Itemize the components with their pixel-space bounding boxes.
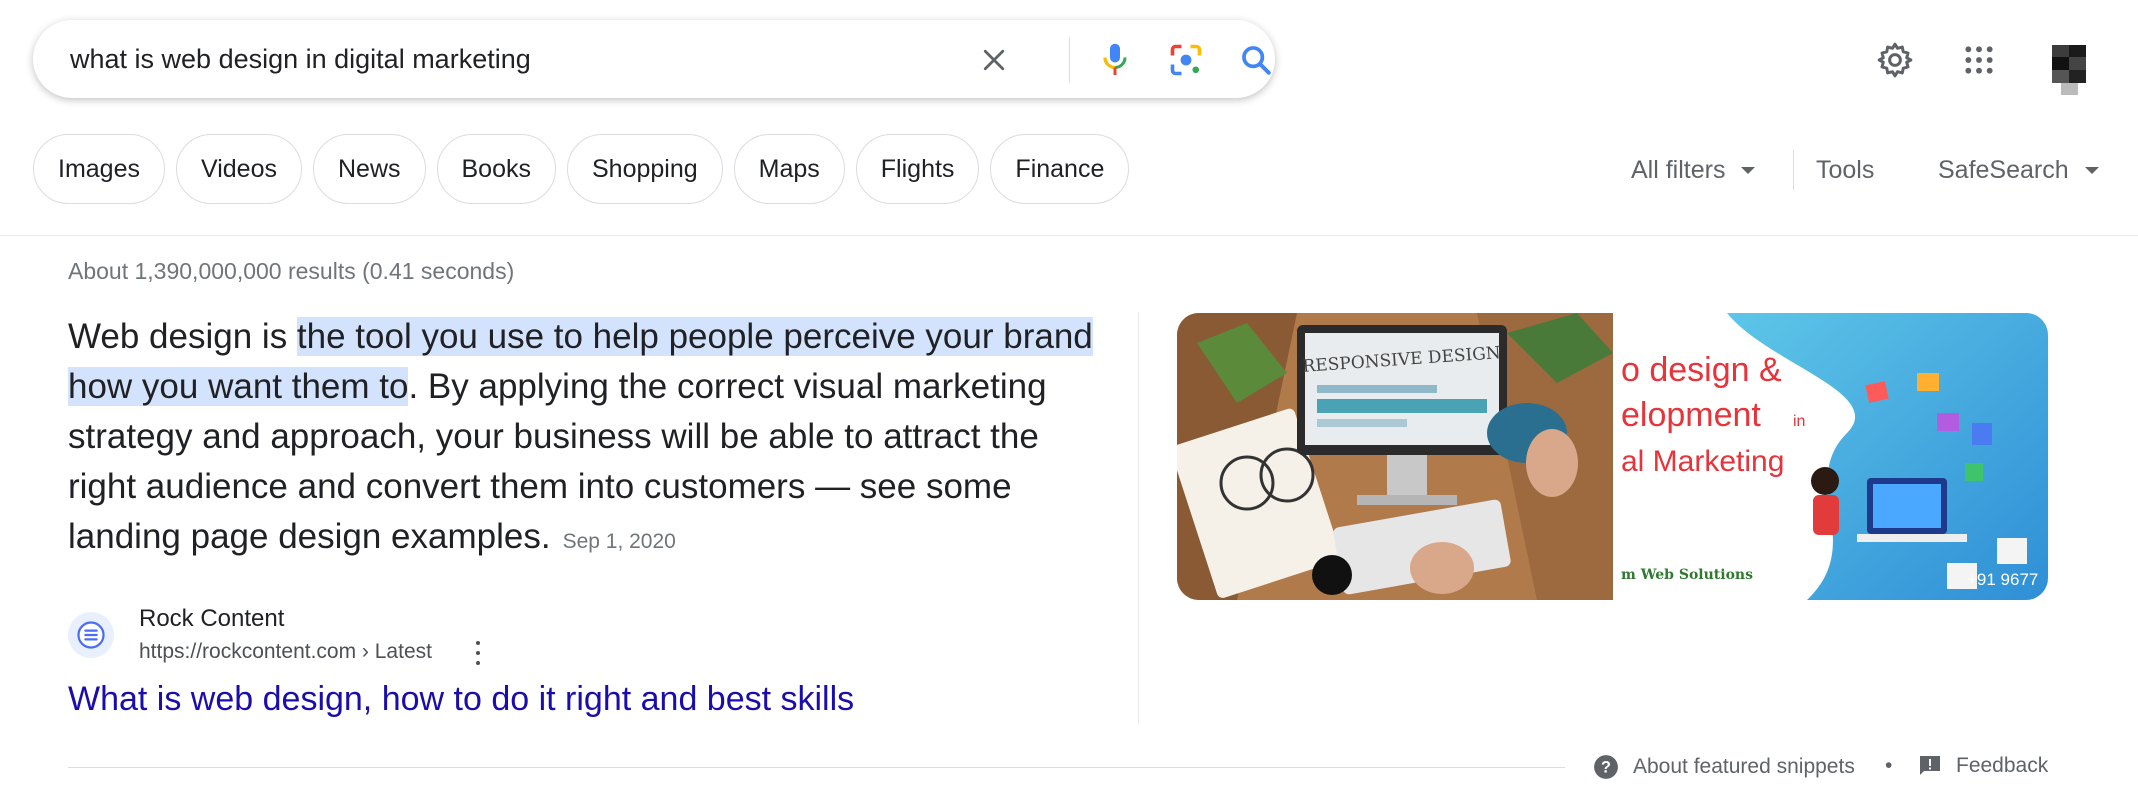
search-bar — [33, 20, 1275, 98]
result-title-link[interactable]: What is web design, how to do it right a… — [68, 680, 854, 719]
snippet-images: RESPONSIVE DESIGN o design & elopment in… — [1177, 313, 2048, 600]
tools-label: Tools — [1816, 156, 1875, 184]
search-button[interactable] — [1234, 38, 1278, 82]
all-filters-button[interactable]: All filters — [1631, 156, 1756, 185]
footer-separator: • — [1885, 754, 1892, 778]
source-url[interactable]: https://rockcontent.com › Latest — [139, 640, 432, 664]
account-avatar[interactable] — [2052, 45, 2086, 95]
all-filters-label: All filters — [1631, 156, 1726, 184]
camera-lens-icon — [1170, 44, 1202, 76]
apps-grid-icon — [1965, 46, 1993, 74]
dot — [476, 651, 480, 655]
dm-phone-text: +91 9677 — [1967, 570, 2038, 589]
search-input[interactable] — [70, 38, 950, 80]
feedback-label: Feedback — [1956, 754, 2049, 777]
chip-maps[interactable]: Maps — [733, 134, 845, 204]
chip-books[interactable]: Books — [436, 134, 556, 204]
gear-icon — [1877, 42, 1913, 78]
source-name[interactable]: Rock Content — [139, 605, 284, 633]
dm-line-2: elopment — [1621, 396, 1761, 434]
safesearch-button[interactable]: SafeSearch — [1938, 156, 2099, 185]
feedback-icon — [1920, 756, 1940, 775]
help-icon: ? — [1594, 755, 1618, 779]
settings-button[interactable] — [1873, 38, 1917, 82]
snippet-lead: Web design is — [68, 317, 297, 356]
tools-button[interactable]: Tools — [1816, 156, 1874, 185]
header-divider — [0, 235, 2138, 236]
chip-videos[interactable]: Videos — [175, 134, 302, 204]
close-icon — [983, 49, 1005, 71]
digital-marketing-illustration: o design & elopment in al Marketing m We… — [1617, 313, 2048, 600]
responsive-design-illustration: RESPONSIVE DESIGN — [1177, 313, 1613, 600]
apps-button[interactable] — [1957, 38, 2001, 82]
source-favicon[interactable] — [68, 612, 114, 658]
featured-snippet-text: Web design is the tool you use to help p… — [68, 312, 1098, 567]
more-options-button[interactable] — [468, 638, 488, 668]
chip-flights[interactable]: Flights — [855, 134, 980, 204]
search-divider — [1069, 37, 1070, 83]
dm-footer-text: m Web Solutions — [1621, 567, 1753, 583]
about-featured-snippets-label: About featured snippets — [1633, 755, 1855, 778]
responsive-design-image[interactable]: RESPONSIVE DESIGN — [1177, 313, 1613, 600]
about-featured-snippets[interactable]: ? About featured snippets — [1593, 754, 1855, 780]
result-stats: About 1,390,000,000 results (0.41 second… — [68, 258, 515, 284]
caret-down-icon — [1741, 167, 1756, 174]
lens-search-button[interactable] — [1164, 38, 1208, 82]
results-divider — [68, 767, 1565, 768]
chip-images[interactable]: Images — [33, 134, 165, 204]
avatar-icon — [2052, 45, 2086, 95]
dm-line-1: o design & — [1621, 351, 1782, 389]
digital-marketing-image[interactable]: o design & elopment in al Marketing m We… — [1617, 313, 2048, 600]
separator-dot: • — [1885, 754, 1893, 777]
document-list-icon — [77, 621, 105, 649]
filter-chips: Images Videos News Books Shopping Maps F… — [33, 134, 1130, 204]
clear-button[interactable] — [972, 38, 1016, 82]
dm-line-in: in — [1793, 413, 1805, 430]
caret-down-icon — [2084, 167, 2099, 174]
svg-text:?: ? — [1601, 758, 1611, 776]
dot — [476, 661, 480, 665]
dot — [476, 641, 480, 645]
search-icon — [1242, 46, 1271, 75]
snippet-divider — [1138, 312, 1139, 724]
dm-line-3: al Marketing — [1621, 445, 1784, 478]
microphone-icon — [1103, 43, 1127, 75]
safesearch-label: SafeSearch — [1938, 156, 2069, 184]
tools-divider — [1793, 150, 1794, 190]
chip-shopping[interactable]: Shopping — [566, 134, 723, 204]
chip-finance[interactable]: Finance — [990, 134, 1130, 204]
chip-news[interactable]: News — [312, 134, 426, 204]
snippet-date: Sep 1, 2020 — [562, 530, 676, 553]
feedback-button[interactable]: Feedback — [1918, 754, 2048, 778]
voice-search-button[interactable] — [1093, 38, 1137, 82]
